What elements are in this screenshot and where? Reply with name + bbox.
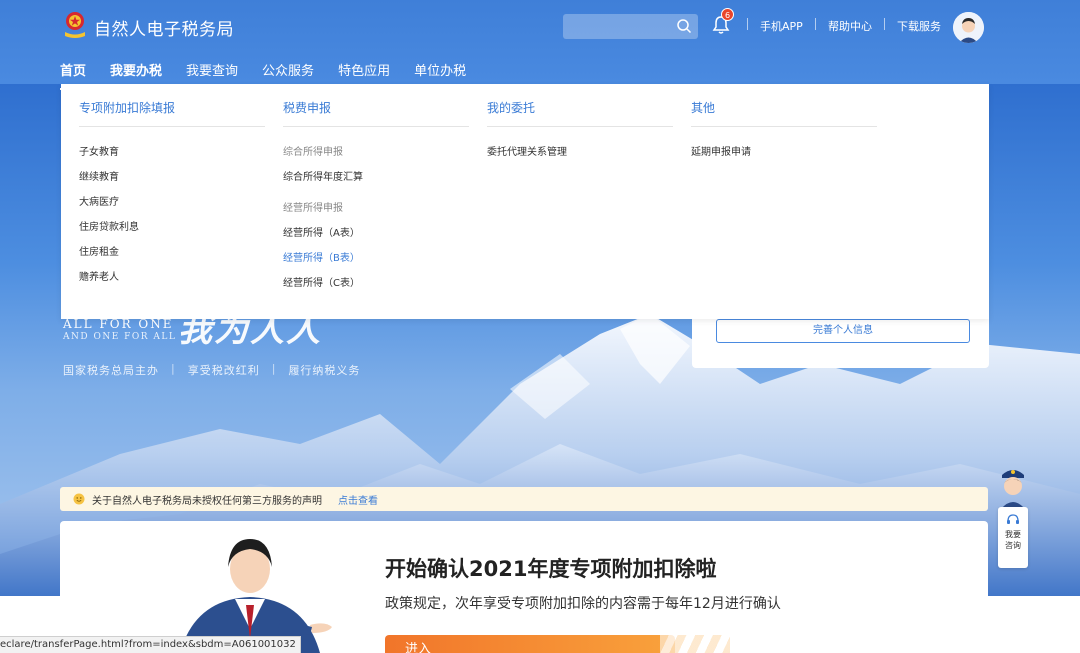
slogan-english-line1: ALL FOR ONE [63, 317, 174, 331]
promo-enter-button[interactable]: 进入 [385, 635, 675, 653]
header: 自然人电子税务局 6 手机APP 帮助中心 下载服务 首页 我要办税 我要查询 … [0, 0, 1080, 90]
notification-badge: 6 [721, 8, 734, 21]
main-nav: 首页 我要办税 我要查询 公众服务 特色应用 单位办税 [60, 60, 490, 90]
nav-query[interactable]: 我要查询 [186, 60, 238, 84]
tax-officer-illustration [180, 539, 332, 653]
tagline-item: 履行纳税义务 [288, 364, 361, 377]
nav-unit-tax[interactable]: 单位办税 [414, 60, 466, 84]
divider [884, 18, 885, 30]
divider [747, 18, 748, 30]
user-avatar-icon [953, 12, 984, 43]
nav-featured-apps[interactable]: 特色应用 [338, 60, 390, 84]
consult-widget[interactable]: 我要 咨询 [996, 465, 1030, 568]
dropdown-heading[interactable]: 税费申报 [283, 84, 469, 127]
notice-bar: 关于自然人电子税务局未授权任何第三方服务的声明 点击查看 [60, 487, 988, 511]
dropdown-list: 延期申报申请 [691, 127, 877, 165]
promo-subtitle: 政策规定，次年享受专项附加扣除的内容需于每年12月进行确认 [385, 596, 781, 612]
dropdown-column-my-delegation: 我的委托 委托代理关系管理 [487, 84, 673, 165]
tagline-item: 享受税改红利 [187, 364, 260, 377]
menu-item-continuing-education[interactable]: 继续教育 [79, 165, 265, 190]
smiley-icon [73, 493, 85, 505]
nav-home[interactable]: 首页 [60, 60, 87, 90]
menu-item-agency-management[interactable]: 委托代理关系管理 [487, 140, 673, 165]
avatar[interactable] [953, 12, 984, 43]
dropdown-list: 子女教育 继续教育 大病医疗 住房贷款利息 住房租金 赡养老人 [79, 127, 265, 290]
site-title[interactable]: 自然人电子税务局 [94, 15, 234, 40]
headset-icon [1007, 514, 1019, 524]
tagline-separator: | [171, 362, 176, 375]
menu-item-elderly-support[interactable]: 赡养老人 [79, 265, 265, 290]
search-input[interactable] [563, 14, 698, 39]
menu-item-mortgage-interest[interactable]: 住房贷款利息 [79, 215, 265, 240]
menu-item-serious-illness[interactable]: 大病医疗 [79, 190, 265, 215]
consult-label-1: 我要 [1005, 530, 1021, 539]
slogan-english-line2: AND ONE FOR ALL [63, 332, 177, 342]
menu-item-business-income-b[interactable]: 经营所得（B表） [283, 246, 469, 271]
dropdown-column-special-deduction: 专项附加扣除填报 子女教育 继续教育 大病医疗 住房贷款利息 住房租金 赡养老人 [79, 84, 265, 290]
dropdown-column-tax-declaration: 税费申报 综合所得申报 综合所得年度汇算 经营所得申报 经营所得（A表） 经营所… [283, 84, 469, 296]
tagline: 国家税务总局主办 | 享受税改红利 | 履行纳税义务 [63, 362, 360, 378]
consult-label-2: 咨询 [1005, 541, 1021, 550]
menu-item-children-education[interactable]: 子女教育 [79, 140, 265, 165]
download-service-link[interactable]: 下载服务 [897, 18, 941, 34]
mobile-app-link[interactable]: 手机APP [760, 18, 803, 34]
menu-group-comprehensive-income: 综合所得申报 [283, 147, 343, 158]
browser-status-url: eclare/transferPage.html?from=index&sbdm… [0, 636, 301, 653]
menu-item-deferred-filing[interactable]: 延期申报申请 [691, 140, 877, 165]
dropdown-list: 委托代理关系管理 [487, 127, 673, 165]
help-center-link[interactable]: 帮助中心 [828, 18, 872, 34]
menu-item-annual-settlement[interactable]: 综合所得年度汇算 [283, 165, 469, 190]
tagline-separator: | [271, 362, 277, 375]
dropdown-heading[interactable]: 其他 [691, 84, 877, 127]
officer-mascot-icon [1001, 470, 1025, 509]
tax-handling-dropdown: 专项附加扣除填报 子女教育 继续教育 大病医疗 住房贷款利息 住房租金 赡养老人… [61, 84, 989, 319]
search-icon[interactable] [676, 18, 692, 34]
menu-item-business-income-c[interactable]: 经营所得（C表） [283, 271, 469, 296]
nav-tax-handling[interactable]: 我要办税 [110, 60, 162, 84]
tax-bureau-emblem-icon[interactable] [62, 10, 88, 40]
complete-personal-info-button[interactable]: 完善个人信息 [716, 319, 970, 343]
menu-item-housing-rent[interactable]: 住房租金 [79, 240, 265, 265]
promo-decoration [660, 635, 730, 653]
menu-group-business-income: 经营所得申报 [283, 203, 343, 214]
tagline-item: 国家税务总局主办 [63, 364, 159, 377]
menu-item-business-income-a[interactable]: 经营所得（A表） [283, 221, 469, 246]
user-info-card: 完善个人信息 [692, 319, 989, 368]
dropdown-heading[interactable]: 专项附加扣除填报 [79, 84, 265, 127]
nav-public-service[interactable]: 公众服务 [262, 60, 314, 84]
divider [815, 18, 816, 30]
notice-view-link[interactable]: 点击查看 [338, 492, 378, 507]
promo-card: 开始确认2021年度专项附加扣除啦 政策规定，次年享受专项附加扣除的内容需于每年… [60, 521, 988, 653]
dropdown-list: 综合所得申报 综合所得年度汇算 经营所得申报 经营所得（A表） 经营所得（B表）… [283, 127, 469, 296]
notice-text: 关于自然人电子税务局未授权任何第三方服务的声明 [92, 495, 322, 507]
dropdown-heading[interactable]: 我的委托 [487, 84, 673, 127]
promo-title: 开始确认2021年度专项附加扣除啦 [385, 557, 717, 581]
consult-box[interactable]: 我要 咨询 [998, 507, 1028, 568]
dropdown-column-other: 其他 延期申报申请 [691, 84, 877, 165]
